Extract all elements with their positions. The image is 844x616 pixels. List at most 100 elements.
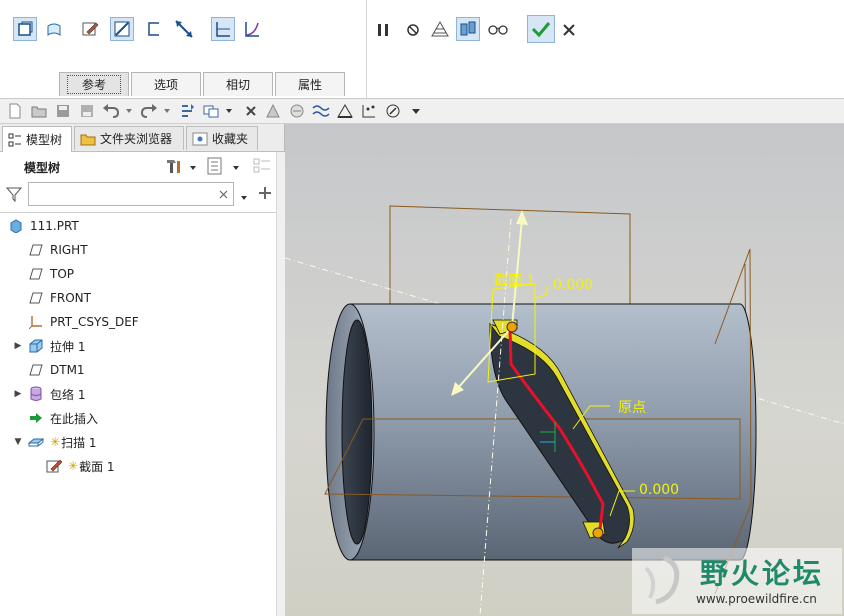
checkmark-icon [531,22,551,38]
remove-material-icon [114,21,130,37]
tree-item-top[interactable]: TOP [0,263,303,285]
cylinder-bore[interactable] [341,319,373,545]
cancel-button[interactable] [557,18,581,42]
save-icon [57,105,69,117]
part-icon [8,218,24,234]
display-axes-button[interactable] [336,102,354,120]
undo-button[interactable] [102,102,120,120]
new-feature-star-icon: ✳ [68,459,79,473]
settings-tools-button[interactable] [164,157,182,175]
verify-button[interactable] [486,17,510,41]
show-dropdown[interactable] [232,161,240,175]
thicken-button[interactable] [142,17,166,41]
tab-model-tree[interactable]: 模型树 [2,126,72,152]
tab-folder-browser[interactable]: 文件夹浏览器 [74,126,184,150]
windows-button[interactable] [202,102,220,120]
remove-material-button[interactable] [110,17,134,41]
new-feature-star-icon: ✳ [50,435,61,449]
save-copy-icon [81,105,93,117]
points-display-icon [362,105,375,118]
tree-columns-button[interactable] [252,157,272,175]
redo-button[interactable] [140,102,158,120]
settings-dropdown[interactable] [189,161,197,175]
new-button[interactable] [6,102,24,120]
sweep-dashboard: 参考 选项 相切 属性 [0,0,844,99]
tab-favorites[interactable]: 收藏夹 [186,126,258,150]
tab-options[interactable]: 选项 [131,72,201,96]
tab-properties[interactable]: 属性 [275,72,345,96]
tree-item-part[interactable]: 111.PRT [0,215,283,237]
surface-sweep-button[interactable] [42,17,66,41]
display-points-button[interactable] [360,102,378,120]
wave-curve-icon [312,105,330,117]
display-curves-button[interactable] [312,102,330,120]
add-filter-button[interactable] [258,186,272,203]
filter-icon[interactable] [5,186,23,205]
tree-item-extrude[interactable]: ▶ 拉伸 1 [0,335,287,357]
panel-scrollbar[interactable] [276,152,285,616]
flip-direction-button[interactable] [172,17,196,41]
value-bottom-label[interactable]: 0.000 [639,482,679,498]
clear-search-icon[interactable] [219,190,228,199]
tree-item-section[interactable]: ✳ 截面 1 [0,455,321,477]
tab-references[interactable]: 参考 [59,72,129,96]
chevron-down-icon [126,109,132,113]
tab-tangency[interactable]: 相切 [203,72,273,96]
origin-label[interactable]: 原点 [618,397,646,417]
quick-access-toolbar [0,99,844,124]
start-point-top[interactable] [506,321,518,333]
expand-arrow-icon[interactable]: ▶ [12,389,24,399]
expand-arrow-icon[interactable]: ▶ [12,341,24,351]
save-button[interactable] [54,102,72,120]
sketch-icon [46,458,62,474]
undo-dropdown[interactable] [124,102,134,120]
close-window-button[interactable] [242,102,260,120]
open-button[interactable] [30,102,48,120]
show-button[interactable] [207,157,225,175]
search-dropdown[interactable] [240,191,248,205]
solid-icon [18,21,33,36]
tree-item-csys[interactable]: PRT_CSYS_DEF [0,311,303,333]
watermark: 野火论坛 www.proewildfire.cn [632,548,842,614]
search-input[interactable] [28,182,234,206]
orient-icon [290,104,304,118]
regenerate-button[interactable] [178,102,196,120]
model-tree-header: 模型树 [24,161,61,175]
collapse-arrow-icon[interactable]: ▼ [12,437,24,447]
geometry-preview-button[interactable] [456,17,480,41]
variable-section-button[interactable] [240,17,264,41]
dashboard-divider [366,0,367,98]
favorites-icon [192,132,208,145]
sketch-button[interactable] [78,17,102,41]
glasses-icon [488,25,508,35]
windows-dropdown[interactable] [224,102,234,120]
tools-icon [167,160,180,173]
tree-item-wrap[interactable]: ▶ 包络 1 [0,383,287,405]
pause-button[interactable] [371,18,395,42]
attached-preview-button[interactable] [428,17,452,41]
tree-item-insert-here[interactable]: 在此插入 [0,407,303,429]
navigator-panel: 模型树 文件夹浏览器 收藏夹 模型树 111.PRT RIGHT TOP FRO… [0,124,285,616]
value-top-label[interactable]: 0.000 [553,277,593,293]
tree-item-front[interactable]: FRONT [0,287,303,309]
ok-button[interactable] [527,15,555,43]
start-point-bottom[interactable] [592,527,604,539]
solid-sweep-button[interactable] [13,17,37,41]
graphics-viewport[interactable]: 截面 1 0.000 原点 0.000 野火论坛 www.proewildfir… [285,124,844,616]
tree-item-sweep[interactable]: ▼ ✳ 扫描 1 [0,431,287,453]
panel-divider [0,212,276,213]
no-preview-button[interactable] [401,18,425,42]
orient-button[interactable] [288,102,306,120]
toolbar-overflow-dropdown[interactable] [410,102,422,120]
display-csys-button[interactable] [384,102,402,120]
chevron-down-icon [241,196,247,200]
pause-icon [378,24,388,36]
tree-item-right[interactable]: RIGHT [0,239,303,261]
tree-item-dtm1[interactable]: DTM1 [0,359,303,381]
section-label[interactable]: 截面 1 [494,270,535,290]
save-copy-button[interactable] [78,102,96,120]
constant-section-button[interactable] [211,17,235,41]
model-canvas[interactable] [285,124,844,616]
repaint-button[interactable] [264,102,282,120]
redo-dropdown[interactable] [162,102,172,120]
